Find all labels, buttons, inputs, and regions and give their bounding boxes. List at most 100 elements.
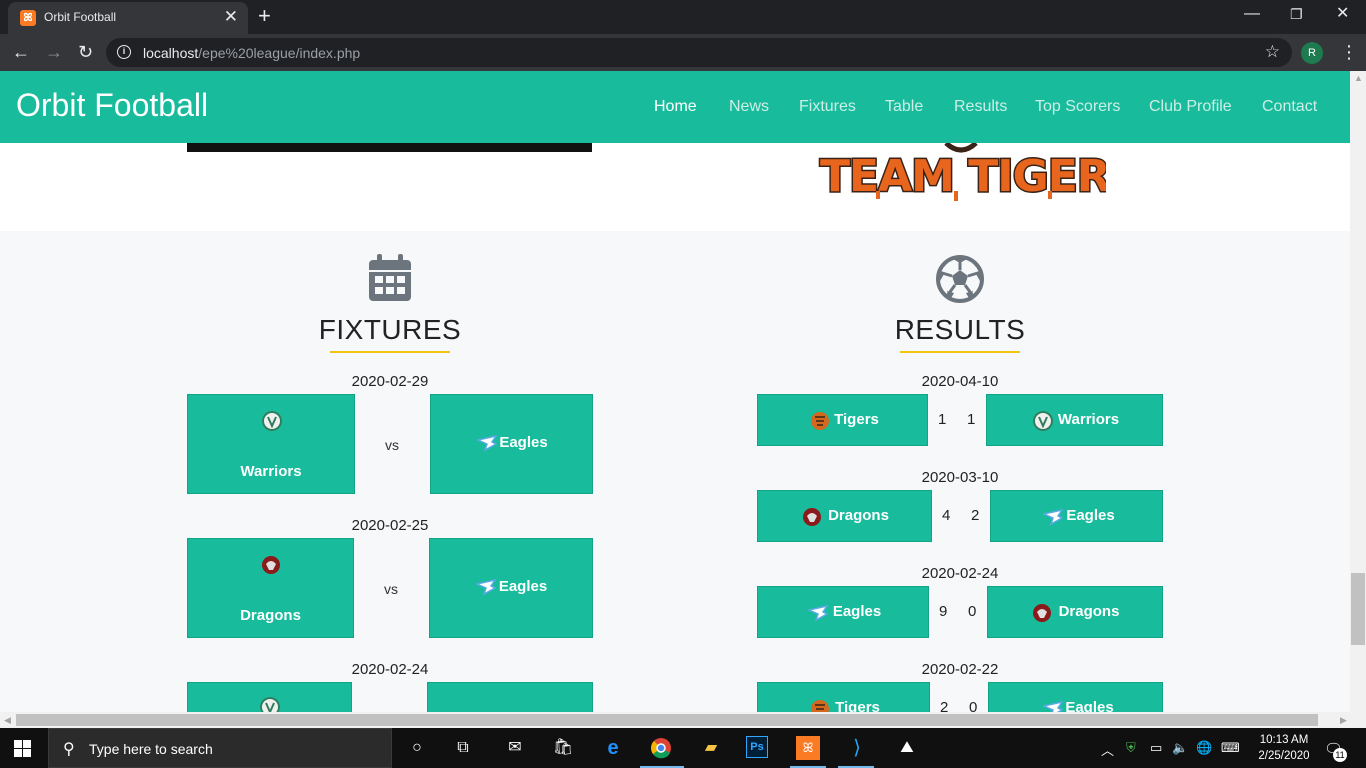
cortana-icon[interactable]: ○: [404, 736, 430, 760]
nav-home[interactable]: Home: [654, 98, 697, 116]
fixture-away-team[interactable]: Eagles: [430, 394, 593, 494]
horizontal-scrollbar[interactable]: ◀ ▶: [0, 712, 1366, 728]
windows-taskbar: ⚲ Type here to search ○ ⧉ ✉ 🛍 e ▰ Ps ꕤ ⟩…: [0, 728, 1366, 768]
forward-arrow-icon[interactable]: →: [45, 41, 63, 63]
fixture-home-team[interactable]: Dragons: [187, 538, 354, 638]
result-home-team[interactable]: Tigers: [757, 394, 928, 446]
result-date: 2020-04-10: [921, 373, 999, 390]
result-away-team[interactable]: Eagles: [990, 490, 1163, 542]
nav-club-profile[interactable]: Club Profile: [1149, 98, 1232, 116]
profile-avatar[interactable]: R: [1301, 42, 1323, 64]
tab-title: Orbit Football: [44, 10, 117, 24]
fixtures-underline: [330, 351, 450, 353]
notification-count-badge: 11: [1333, 748, 1347, 762]
system-clock[interactable]: 10:13 AM 2/25/2020: [1254, 732, 1314, 764]
task-view-icon[interactable]: ⧉: [450, 736, 476, 760]
result-home-team[interactable]: Eagles: [757, 586, 929, 638]
vscode-icon[interactable]: ⟩: [844, 736, 870, 760]
reload-icon[interactable]: ↻: [78, 41, 93, 63]
fixture-vs: vs: [384, 581, 398, 597]
result-away-team[interactable]: Dragons: [987, 586, 1163, 638]
result-home-team[interactable]: Dragons: [757, 490, 932, 542]
fixture-date: 2020-02-25: [351, 517, 429, 534]
fixture-home-team[interactable]: Warriors: [187, 394, 355, 494]
photoshop-icon[interactable]: Ps: [746, 736, 768, 758]
fixture-vs: vs: [385, 437, 399, 453]
store-icon[interactable]: 🛍: [550, 736, 576, 760]
result-away-team[interactable]: Eagles: [988, 682, 1163, 712]
windows-start-icon[interactable]: [14, 740, 31, 757]
warriors-logo-icon: [260, 697, 280, 712]
restore-button[interactable]: ❐: [1290, 4, 1303, 24]
result-home-score: 9: [939, 603, 948, 620]
vertical-scroll-thumb[interactable]: [1351, 573, 1365, 645]
warriors-logo-icon: [262, 411, 282, 431]
nav-links: Home News Fixtures Table Results Top Sco…: [0, 71, 1350, 143]
page-viewport: TEAM TIGER Orbit Football Home News Fixt…: [0, 71, 1350, 712]
result-date: 2020-02-24: [921, 565, 999, 582]
nav-fixtures[interactable]: Fixtures: [799, 98, 856, 116]
team-tiger-logo: TEAM TIGER: [819, 143, 1106, 203]
browser-toolbar: ← → ↻ i localhost/epe%20league/index.php…: [0, 34, 1366, 71]
nav-results[interactable]: Results: [954, 98, 1007, 116]
nav-table[interactable]: Table: [885, 98, 923, 116]
xampp-icon[interactable]: ꕤ: [796, 736, 820, 760]
calendar-icon: [369, 254, 411, 301]
defender-shield-icon[interactable]: ⛨: [1126, 740, 1136, 756]
tray-chevron-icon[interactable]: ︿: [1101, 740, 1114, 759]
vertical-scrollbar[interactable]: ▲: [1350, 71, 1366, 712]
new-tab-button[interactable]: +: [258, 4, 271, 28]
info-icon[interactable]: i: [117, 45, 131, 59]
fixture-away-team[interactable]: [427, 682, 593, 712]
nav-news[interactable]: News: [729, 98, 769, 116]
result-home-score: 2: [940, 699, 949, 712]
back-arrow-icon[interactable]: ←: [12, 41, 30, 63]
results-underline: [900, 351, 1020, 353]
keyboard-icon[interactable]: ⌨: [1221, 740, 1240, 756]
url-text[interactable]: localhost/epe%20league/index.php: [143, 45, 360, 61]
chrome-icon[interactable]: [648, 736, 674, 760]
result-away-score: 0: [968, 603, 977, 620]
fixture-date: 2020-02-24: [351, 661, 429, 678]
scroll-left-icon[interactable]: ◀: [4, 715, 11, 726]
fixture-away-team[interactable]: Eagles: [429, 538, 593, 638]
result-home-team[interactable]: Tigers: [757, 682, 930, 712]
result-away-team[interactable]: Warriors: [986, 394, 1163, 446]
site-navbar: Orbit Football Home News Fixtures Table …: [0, 71, 1350, 143]
edge-icon[interactable]: e: [600, 736, 626, 760]
scroll-up-icon[interactable]: ▲: [1354, 73, 1363, 83]
search-icon: ⚲: [63, 741, 75, 758]
photos-icon[interactable]: ⛰: [894, 736, 920, 760]
result-home-score: 4: [942, 507, 951, 524]
close-window-button[interactable]: ✕: [1336, 4, 1349, 24]
scroll-right-icon[interactable]: ▶: [1340, 715, 1347, 726]
minimize-button[interactable]: —: [1244, 4, 1260, 24]
fixtures-title: FIXTURES: [318, 314, 462, 345]
fixture-date: 2020-02-29: [351, 373, 429, 390]
result-away-score: 1: [967, 411, 976, 428]
address-bar[interactable]: i localhost/epe%20league/index.php ☆: [106, 38, 1292, 67]
bookmark-star-icon[interactable]: ☆: [1265, 42, 1280, 62]
dragons-logo-icon: [262, 556, 280, 574]
mail-icon[interactable]: ✉: [502, 736, 528, 760]
result-away-score: 2: [971, 507, 980, 524]
svg-text:TEAM TIGER: TEAM TIGER: [820, 151, 1106, 202]
network-globe-icon[interactable]: 🌐: [1196, 740, 1212, 756]
nav-top-scorers[interactable]: Top Scorers: [1035, 98, 1120, 116]
chrome-menu-icon[interactable]: ⋮: [1340, 41, 1358, 63]
nav-contact[interactable]: Contact: [1262, 98, 1317, 116]
taskbar-search-box[interactable]: ⚲ Type here to search: [48, 728, 392, 768]
tab-close-icon[interactable]: ✕: [224, 7, 238, 27]
result-home-score: 1: [938, 411, 947, 428]
fixture-home-team[interactable]: [187, 682, 352, 712]
browser-tabstrip: ꕤ Orbit Football ✕ + — ❐ ✕: [0, 0, 1366, 34]
result-away-score: 0: [969, 699, 978, 712]
result-date: 2020-02-22: [921, 661, 999, 678]
search-placeholder: Type here to search: [89, 741, 213, 757]
browser-tab[interactable]: ꕤ Orbit Football ✕: [8, 2, 248, 34]
volume-icon[interactable]: 🔈: [1172, 740, 1188, 756]
result-date: 2020-03-10: [921, 469, 999, 486]
battery-icon[interactable]: ▭: [1150, 740, 1162, 756]
file-explorer-icon[interactable]: ▰: [698, 736, 724, 760]
horizontal-scroll-thumb[interactable]: [16, 714, 1318, 726]
